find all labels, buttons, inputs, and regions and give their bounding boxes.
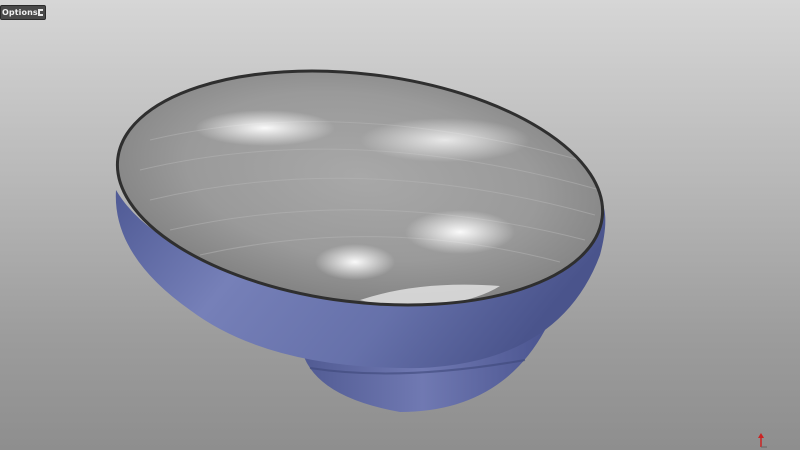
pin-icon[interactable] [37,9,43,16]
3d-viewport[interactable]: Options [0,0,800,450]
options-label: Options [2,8,38,17]
axis-triad-icon [758,433,767,448]
options-button[interactable]: Options [0,5,46,20]
bowl-model[interactable] [0,0,800,450]
